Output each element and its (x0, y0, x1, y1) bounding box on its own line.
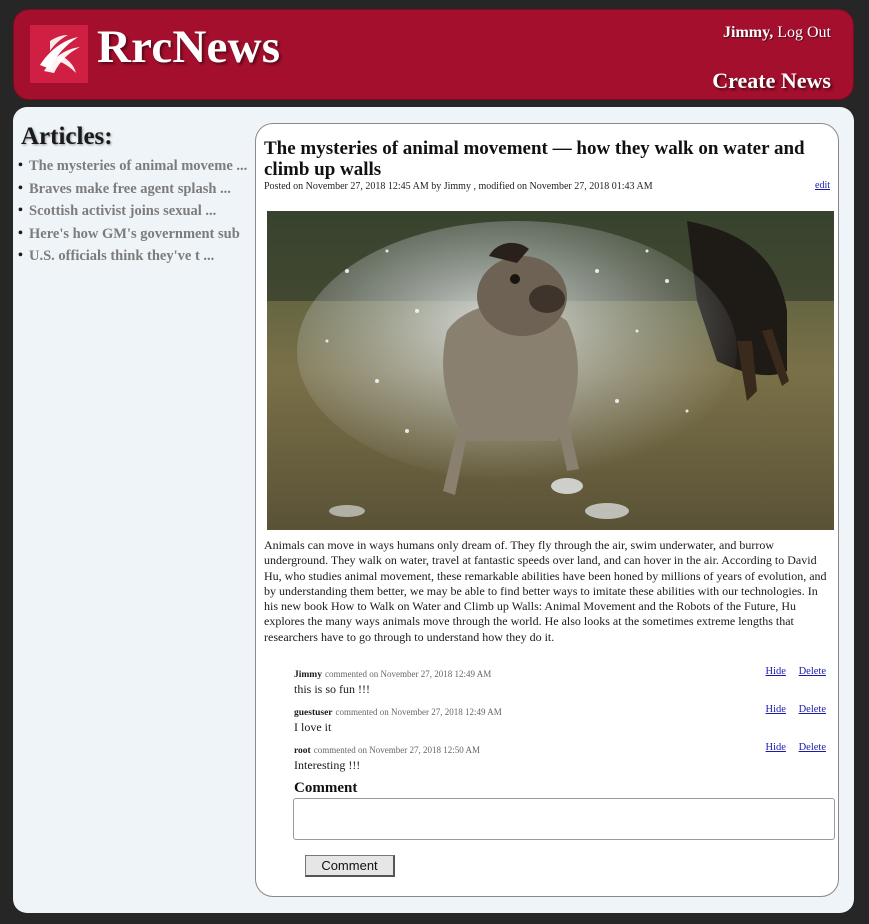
submit-comment-button[interactable]: Comment (305, 855, 395, 877)
delete-comment-link[interactable]: Delete (799, 666, 826, 677)
comment-form-label: Comment (294, 780, 358, 796)
article-meta: Posted on November 27, 2018 12:45 AM by … (264, 181, 653, 192)
article-list-item[interactable]: Scottish activist joins sexual ... (18, 200, 256, 223)
comment-actions: Hide Delete (756, 742, 826, 753)
comment-meta: commented on November 27, 2018 12:49 AM (335, 707, 502, 717)
comment-text: I love it (294, 720, 332, 734)
comment-item: root commented on November 27, 2018 12:5… (294, 742, 826, 773)
sidebar-title: Articles: (21, 123, 113, 150)
article-body: Animals can move in ways humans only dre… (264, 538, 827, 644)
user-area: Jimmy, Log Out (723, 24, 831, 42)
comment-text: this is so fun !!! (294, 682, 370, 696)
comment-item: guestuser commented on November 27, 2018… (294, 704, 826, 735)
username-label: Jimmy, (723, 24, 774, 41)
site-title[interactable]: RrcNews (97, 20, 280, 74)
create-news-link[interactable]: Create News (712, 68, 831, 94)
comment-author: Jimmy (294, 670, 322, 680)
article-image (267, 211, 834, 530)
sidebar: Articles: The mysteries of animal moveme… (18, 123, 256, 268)
swirl-logo-icon[interactable] (30, 25, 88, 83)
article-list-item[interactable]: The mysteries of animal moveme ... (18, 155, 256, 178)
logout-link[interactable]: Log Out (777, 24, 831, 41)
article-list-item[interactable]: Braves make free agent splash ... (18, 178, 256, 201)
comment-author: root (294, 746, 311, 756)
hide-comment-link[interactable]: Hide (766, 666, 786, 677)
article-panel: The mysteries of animal movement — how t… (255, 123, 839, 897)
article-list-item[interactable]: U.S. officials think they've t ... (18, 245, 256, 268)
comment-actions: Hide Delete (756, 666, 826, 677)
edit-link[interactable]: edit (815, 180, 830, 191)
comment-author: guestuser (294, 708, 333, 718)
comment-actions: Hide Delete (756, 704, 826, 715)
article-list-item[interactable]: Here's how GM's government sub (18, 223, 256, 246)
delete-comment-link[interactable]: Delete (799, 704, 826, 715)
comment-meta: commented on November 27, 2018 12:50 AM (313, 745, 480, 755)
comment-item: Jimmy commented on November 27, 2018 12:… (294, 666, 826, 697)
site-header: RrcNews Jimmy, Log Out Create News (13, 9, 854, 100)
main-content: Articles: The mysteries of animal moveme… (13, 107, 854, 913)
comment-text: Interesting !!! (294, 758, 361, 772)
delete-comment-link[interactable]: Delete (799, 742, 826, 753)
hide-comment-link[interactable]: Hide (766, 704, 786, 715)
article-list: The mysteries of animal moveme ... Brave… (18, 155, 256, 268)
hide-comment-link[interactable]: Hide (766, 742, 786, 753)
comment-input[interactable] (293, 798, 835, 840)
article-title: The mysteries of animal movement — how t… (264, 138, 805, 180)
comment-meta: commented on November 27, 2018 12:49 AM (324, 669, 492, 679)
